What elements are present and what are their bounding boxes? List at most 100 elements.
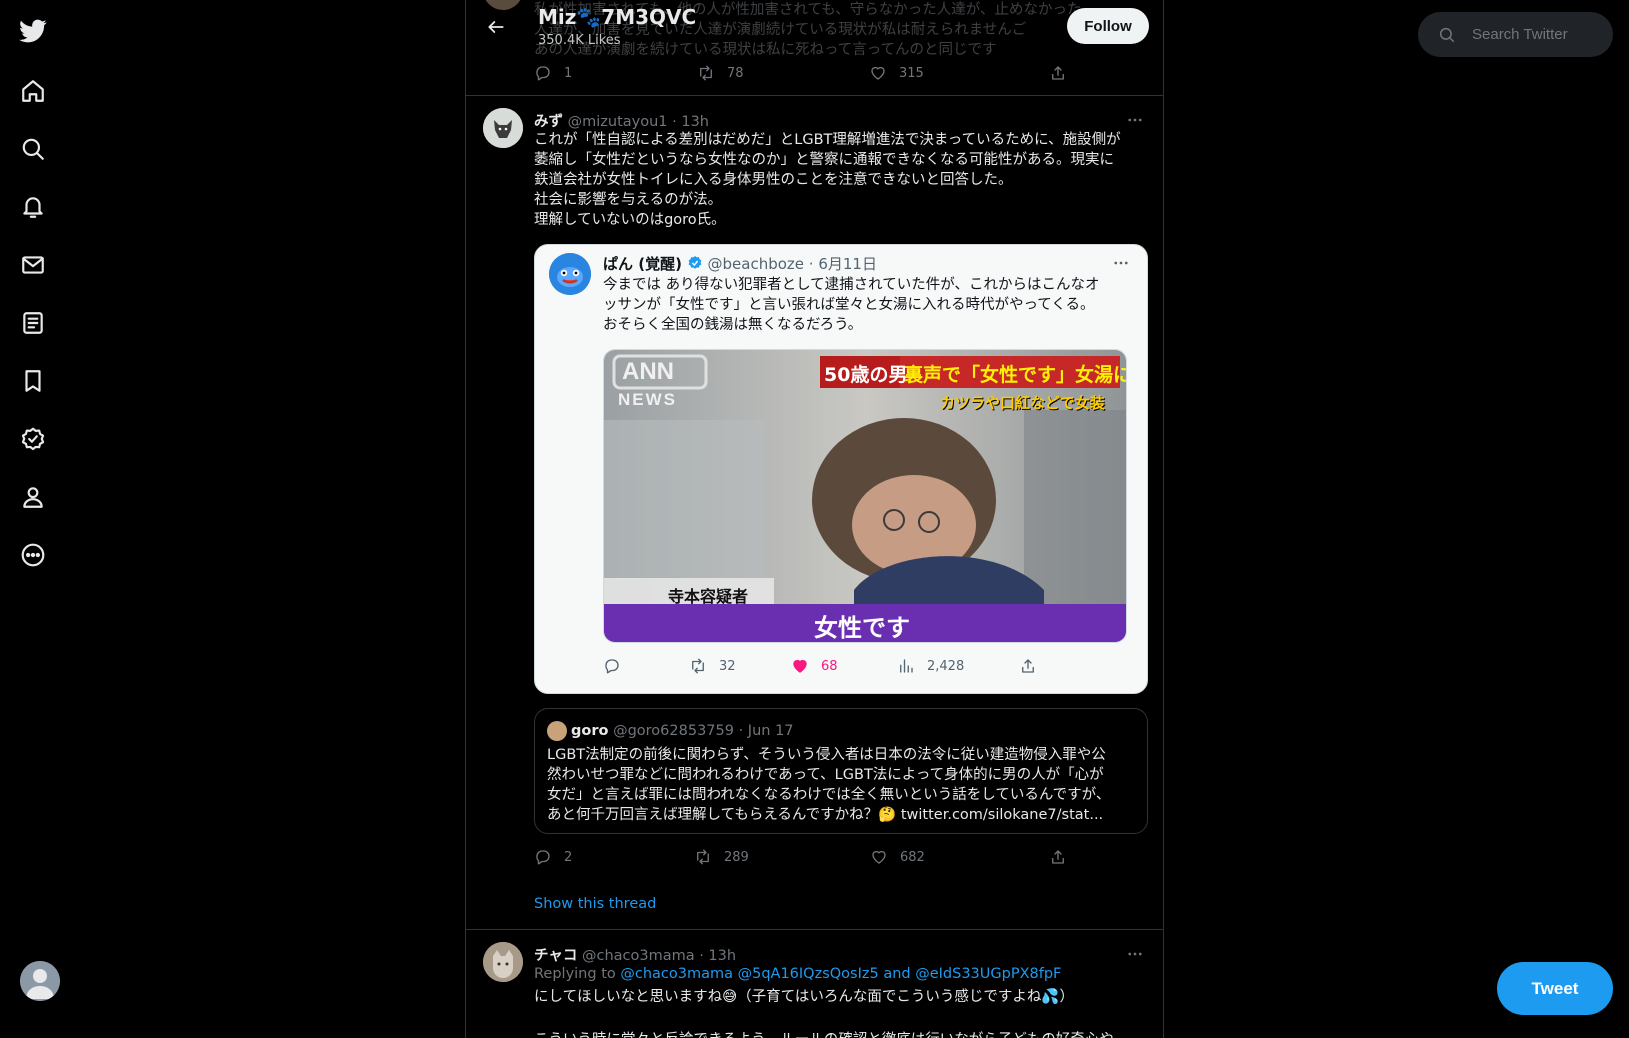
quoted-tweet-more-button[interactable]	[1107, 253, 1135, 273]
quoted-tweet-card[interactable]: goro @goro62853759 · Jun 17 LGBT法制定の前後に関…	[534, 708, 1148, 834]
quoted-tweet-header: ぱん (覚醒) @beachboze · 6月11日	[603, 253, 877, 274]
like-button[interactable]: 68	[791, 657, 838, 675]
news-name-tag: 寺本容疑者	[668, 587, 749, 606]
news-logo-sub: NEWS	[618, 390, 677, 409]
retweet-icon	[700, 65, 712, 81]
author-name[interactable]: goro	[571, 723, 608, 739]
quoted-tweet-card[interactable]: ぱん (覚醒) @beachboze · 6月11日 今までは あり得ない犯罪者…	[534, 244, 1148, 694]
retweet-icon	[692, 658, 704, 674]
news-logo: ANN	[622, 358, 674, 385]
tweet-text: にしてほしいなと思いますね😅（子育てはいろんな面でこういう感じですよね💦）	[534, 989, 1074, 1005]
timeline-column: 私が性加害されても、他の人が性加害されても、守らなかった人達が、止めなかった 人…	[465, 0, 1164, 1038]
author-name[interactable]: みず	[534, 114, 563, 130]
profile-icon[interactable]	[14, 478, 52, 516]
like-count: 682	[900, 849, 925, 865]
bookmarks-icon[interactable]	[14, 362, 52, 400]
quoted-tweet-text: LGBT法制定の前後に関わらず、そういう侵入者は日本の法令に従い建造物侵入罪や公…	[547, 747, 1111, 823]
reply-button[interactable]: 2	[534, 848, 572, 866]
search-icon	[1439, 27, 1455, 42]
account-avatar[interactable]	[20, 961, 60, 1001]
avatar[interactable]	[483, 108, 523, 148]
retweet-count: 78	[727, 65, 744, 81]
share-button[interactable]	[1049, 64, 1079, 82]
tweet-more-button[interactable]	[1121, 110, 1149, 130]
share-button[interactable]	[1049, 848, 1079, 866]
news-subhead: カツラや口紅などで女装	[940, 394, 1105, 412]
search-box[interactable]	[1418, 12, 1613, 57]
profile-likes-count: 350.4K Likes	[538, 33, 621, 48]
tweet-header: チャコ @chaco3mama · 13h	[534, 944, 736, 965]
reply-count: 1	[564, 65, 573, 81]
lists-icon[interactable]	[14, 304, 52, 342]
retweet-button[interactable]: 78	[697, 64, 744, 82]
verified-badge-icon[interactable]	[14, 420, 52, 458]
reply-button[interactable]: 1	[534, 64, 572, 82]
reply-icon	[536, 66, 550, 81]
news-headline-b: 裏声で「女性です」女湯に…	[904, 364, 1127, 386]
author-handle[interactable]: @goro62853759	[613, 723, 734, 739]
like-button[interactable]: 682	[870, 848, 925, 866]
quoted-tweet-text: 今までは あり得ない犯罪者として逮捕されていた件が、これからはこんなオ ッサンが…	[603, 277, 1100, 333]
replying-to-label: Replying to	[534, 966, 616, 982]
retweet-count: 289	[724, 849, 749, 865]
avatar[interactable]	[483, 942, 523, 982]
avatar[interactable]	[547, 721, 567, 741]
like-button[interactable]: 315	[869, 64, 924, 82]
share-button[interactable]	[1019, 657, 1049, 675]
tweet-more-button[interactable]	[1121, 944, 1149, 964]
replying-to: Replying to @chaco3mama @5qA16IQzsQosIz5…	[534, 966, 1061, 982]
twitter-logo-icon[interactable]	[14, 12, 52, 50]
news-headline-a: 50歳の男	[824, 364, 908, 386]
show-thread-link[interactable]: Show this thread	[534, 896, 656, 912]
replying-to-mentions[interactable]: @chaco3mama @5qA16IQzsQosIz5 and @eIdS33…	[620, 966, 1061, 982]
share-icon	[1052, 66, 1064, 80]
retweet-icon	[697, 849, 709, 865]
explore-search-icon[interactable]	[14, 130, 52, 168]
heart-icon	[871, 66, 885, 80]
more-dots-icon	[1114, 261, 1128, 265]
tweet-time[interactable]: · 13h	[672, 114, 709, 130]
news-screenshot-image[interactable]: ANN NEWS 50歳の男 裏声で「女性です」女湯に… カツラや口紅などで女装…	[603, 349, 1127, 643]
tweet-date[interactable]: · 6月11日	[809, 255, 877, 273]
more-dots-icon	[1128, 952, 1142, 956]
quoted-tweet-header: goro @goro62853759 · Jun 17	[547, 721, 794, 741]
like-count: 68	[821, 658, 838, 674]
author-name[interactable]: チャコ	[534, 948, 577, 964]
author-handle[interactable]: @beachboze	[708, 255, 805, 273]
author-handle[interactable]: @chaco3mama	[582, 948, 695, 964]
tweet-button[interactable]: Tweet	[1497, 962, 1613, 1015]
share-icon	[1052, 850, 1064, 864]
messages-envelope-icon[interactable]	[14, 246, 52, 284]
reply-icon	[605, 659, 619, 674]
retweet-button[interactable]: 289	[694, 848, 749, 866]
tweet-header: みず @mizutayou1 · 13h	[534, 110, 709, 131]
reply-button[interactable]	[603, 657, 633, 675]
author-handle[interactable]: @mizutayou1	[568, 114, 668, 130]
avatar[interactable]	[549, 253, 591, 295]
tweet[interactable]: みず @mizutayou1 · 13h これが「性自認による差別はだめだ」とL…	[466, 96, 1163, 930]
share-icon	[1022, 659, 1034, 673]
tweet-time[interactable]: · 13h	[699, 948, 736, 964]
home-icon[interactable]	[14, 72, 52, 110]
notifications-bell-icon[interactable]	[14, 188, 52, 226]
verified-badge-icon	[687, 255, 703, 271]
views-count: 2,428	[927, 658, 965, 674]
tweet[interactable]: チャコ @chaco3mama · 13h Replying to @chaco…	[466, 930, 1163, 1038]
back-button[interactable]	[479, 10, 513, 44]
retweet-button[interactable]: 32	[689, 657, 736, 675]
views-button[interactable]: 2,428	[897, 657, 964, 675]
tweet-date[interactable]: · Jun 17	[739, 723, 794, 739]
tweet-text-continued: こういう時に堂々と反論できるよう、ルールの確認と徹底は行いながら子どもの好奇心や	[534, 1028, 1114, 1038]
twitter-app: 私が性加害されても、他の人が性加害されても、守らなかった人達が、止めなかった 人…	[0, 0, 1629, 1038]
more-dots-icon	[1128, 118, 1142, 122]
profile-header: Miz🐾7M3QVC 350.4K Likes Follow	[466, 0, 1163, 53]
reply-count: 2	[564, 849, 573, 865]
more-options-icon[interactable]	[14, 536, 52, 574]
author-name[interactable]: ぱん (覚醒)	[603, 255, 682, 273]
heart-filled-icon	[793, 659, 807, 673]
search-input[interactable]	[1472, 26, 1602, 43]
news-caption: 女性です	[814, 614, 910, 642]
follow-button[interactable]: Follow	[1067, 8, 1149, 44]
heart-icon	[872, 850, 886, 864]
arrow-left-icon	[488, 21, 504, 33]
